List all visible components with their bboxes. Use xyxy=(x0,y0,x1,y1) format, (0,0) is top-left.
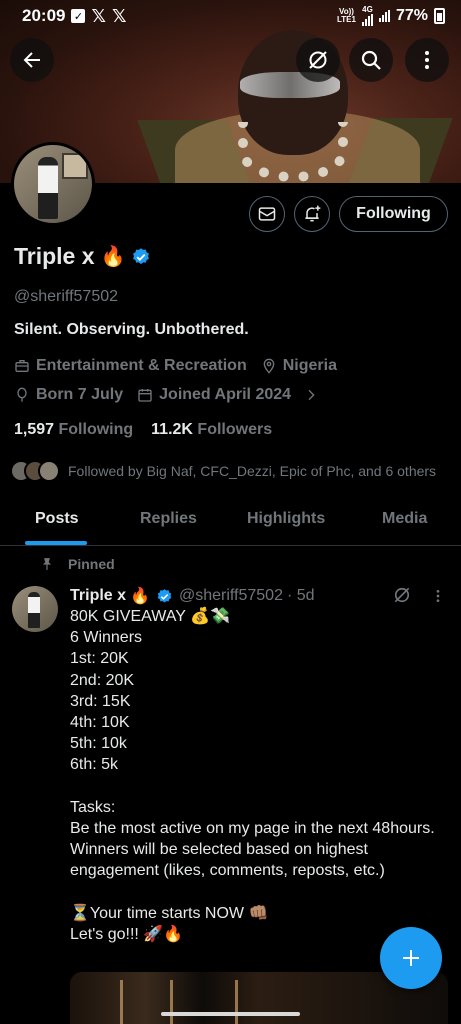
signal-icon-2 xyxy=(378,10,390,22)
post-author-handle: @sheriff57502 xyxy=(178,587,283,604)
more-vertical-icon xyxy=(425,51,429,69)
tab-posts[interactable]: Posts xyxy=(35,510,79,528)
post-text: 80K GIVEAWAY 💰💸 6 Winners 1st: 20K 2nd: … xyxy=(70,608,435,944)
gesture-home-bar[interactable] xyxy=(161,1012,300,1016)
message-button[interactable] xyxy=(249,196,285,232)
profile-handle: @sheriff57502 xyxy=(14,288,119,305)
profile-birthday: Born 7 July xyxy=(36,386,124,403)
chevron-right-icon[interactable] xyxy=(303,387,319,403)
compose-post-button[interactable] xyxy=(380,927,442,989)
post-author-emoji: 🔥 xyxy=(130,588,150,605)
pinned-label: Pinned xyxy=(68,556,115,572)
check-notification-icon: ✓ xyxy=(71,9,86,23)
status-bar: 20:09 ✓ 𝕏 𝕏 Vo)) LTE1 4G 77% xyxy=(0,0,461,32)
followers-count-link[interactable]: 11.2K Followers xyxy=(151,421,272,439)
balloon-icon xyxy=(17,387,27,402)
profile-joined: Joined April 2024 xyxy=(159,386,292,403)
profile-category: Entertainment & Recreation xyxy=(36,357,247,374)
following-count-link[interactable]: 1,597 Following xyxy=(14,421,133,439)
profile-name-row: Triple x 🔥 xyxy=(14,243,151,270)
x-notification-icon-2: 𝕏 xyxy=(112,5,127,26)
followed-by-row[interactable]: Followed by Big Naf, CFC_Dezzi, Epic of … xyxy=(10,460,436,482)
tab-media[interactable]: Media xyxy=(382,510,427,528)
status-left: 20:09 ✓ 𝕏 𝕏 xyxy=(22,6,127,27)
active-tab-indicator xyxy=(25,541,87,545)
status-right: Vo)) LTE1 4G 77% xyxy=(337,6,445,26)
pinned-label-row: Pinned xyxy=(40,556,115,572)
grok-icon xyxy=(309,51,327,69)
verified-badge-icon xyxy=(157,588,172,603)
verified-badge-icon[interactable] xyxy=(131,247,151,267)
network-4g-icon: 4G xyxy=(361,6,373,26)
signal-icon xyxy=(361,14,373,26)
plus-icon xyxy=(403,950,419,966)
battery-percent: 77% xyxy=(395,7,428,24)
profile-bio: Silent. Observing. Unbothered. xyxy=(14,321,249,338)
profile-meta-row-2: Born 7 July Joined April 2024 xyxy=(14,386,319,404)
post-time: · 5d xyxy=(286,587,315,604)
profile-avatar[interactable] xyxy=(11,142,95,226)
more-vertical-icon[interactable] xyxy=(430,588,446,604)
mail-icon xyxy=(258,207,276,221)
notifications-button[interactable] xyxy=(294,196,330,232)
more-options-button[interactable] xyxy=(405,38,449,82)
status-time: 20:09 xyxy=(22,6,66,25)
post-author-avatar[interactable] xyxy=(12,586,58,632)
post-header: Triple x 🔥 @sheriff57502 · 5d xyxy=(70,586,315,606)
profile-tabs: Posts Replies Highlights Media xyxy=(0,500,461,546)
search-icon xyxy=(361,50,381,70)
volte-icon: Vo)) LTE1 xyxy=(337,7,356,24)
grok-button[interactable] xyxy=(296,38,340,82)
x-notification-icon: 𝕏 xyxy=(91,5,106,26)
calendar-icon xyxy=(138,389,152,402)
back-arrow-icon xyxy=(23,52,40,68)
following-button[interactable]: Following xyxy=(339,196,448,232)
search-button[interactable] xyxy=(349,38,393,82)
grok-icon[interactable] xyxy=(392,585,412,605)
avatar xyxy=(38,460,60,482)
profile-counts: 1,597 Following 11.2K Followers xyxy=(14,421,272,439)
profile-location: Nigeria xyxy=(282,357,337,374)
profile-name: Triple x xyxy=(14,243,95,269)
briefcase-icon xyxy=(15,360,29,372)
battery-icon xyxy=(434,8,445,24)
followed-by-text: Followed by Big Naf, CFC_Dezzi, Epic of … xyxy=(68,463,437,479)
fire-emoji: 🔥 xyxy=(100,246,126,268)
tab-replies[interactable]: Replies xyxy=(140,510,197,528)
post-author-name[interactable]: Triple x xyxy=(70,587,126,605)
pin-icon xyxy=(42,558,52,570)
location-pin-icon xyxy=(263,358,275,374)
profile-meta-row-1: Entertainment & Recreation Nigeria xyxy=(14,357,337,375)
back-button[interactable] xyxy=(10,38,54,82)
follower-avatars xyxy=(10,460,60,482)
tab-highlights[interactable]: Highlights xyxy=(247,510,325,528)
bell-plus-icon xyxy=(305,205,321,222)
